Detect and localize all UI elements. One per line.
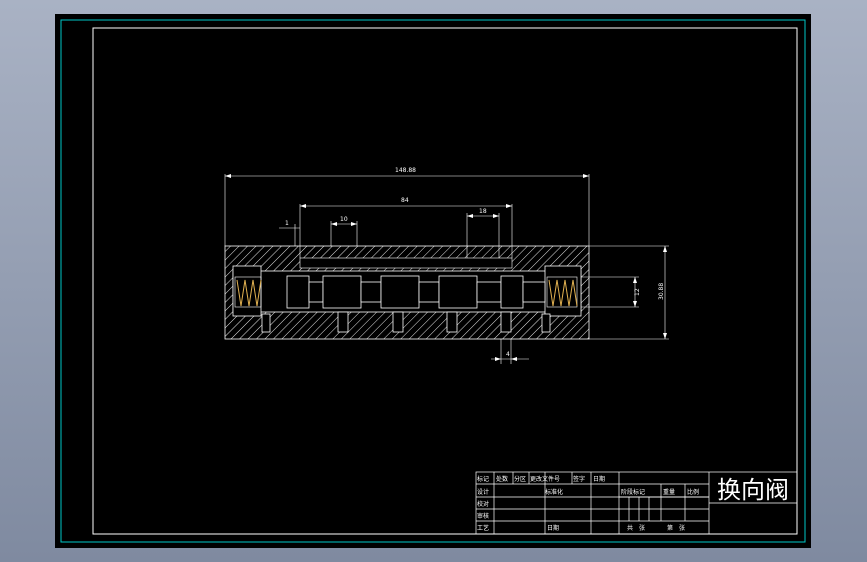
standardize-label: 标准化 [545, 488, 563, 496]
rev-header-mark: 标记 [477, 475, 489, 483]
check-label: 校对 [477, 500, 489, 508]
approve-date-label: 日期 [547, 524, 559, 532]
scale-label: 比例 [687, 488, 699, 496]
dim-port-width: 10 [340, 216, 348, 223]
review-label: 审核 [477, 512, 489, 520]
title-block-text: 标记 处数 分区 更改文件号 签字 日期 设计 校对 审核 工艺 标准化 日期 … [477, 475, 789, 532]
dim-left-offset: 1 [285, 220, 289, 227]
process-label: 工艺 [477, 524, 489, 532]
cad-drawing: 148.88 84 1 10 18 12 30.88 4 标记 处数 分区 更改… [60, 19, 806, 543]
rev-header-sign: 签字 [573, 475, 585, 483]
weight-label: 重量 [663, 488, 675, 496]
rev-header-zone: 分区 [514, 475, 526, 483]
design-label: 设计 [477, 488, 489, 496]
rev-header-date: 日期 [593, 475, 605, 483]
sheet-no: 第 张 [667, 524, 685, 532]
dim-bore: 12 [634, 288, 641, 296]
drawing-title: 换向阀 [717, 476, 789, 504]
stage-label: 阶段标记 [621, 488, 645, 496]
dim-height: 30.88 [658, 283, 665, 300]
rev-header-doc: 更改文件号 [530, 475, 560, 483]
dim-right-port-width: 18 [479, 208, 487, 215]
valve-section [224, 245, 639, 340]
dim-overall-length: 148.88 [395, 167, 416, 174]
dim-bottom-offset: 4 [506, 351, 510, 358]
rev-header-count: 处数 [496, 475, 508, 483]
total-sheets: 共 张 [627, 524, 645, 532]
spool [286, 275, 546, 309]
cad-viewport[interactable]: 148.88 84 1 10 18 12 30.88 4 标记 处数 分区 更改… [55, 14, 811, 548]
dim-inner-span: 84 [401, 197, 409, 204]
